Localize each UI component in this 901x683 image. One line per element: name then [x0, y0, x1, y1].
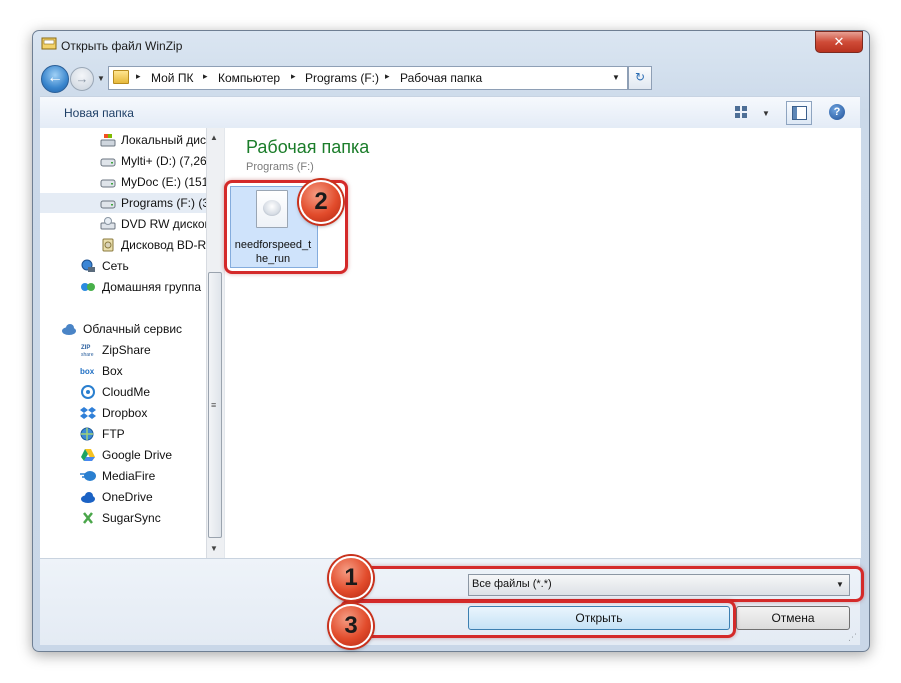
highlight-file-type — [340, 566, 864, 602]
cloud-icon — [61, 322, 77, 336]
breadcrumb-separator[interactable]: ▸ — [136, 71, 141, 82]
sidebar-item-label: OneDrive — [102, 490, 153, 504]
folder-icon — [113, 70, 129, 84]
step-badge-3: 3 — [329, 604, 373, 648]
sidebar-item-zipshare[interactable]: ZIP share ZipShare — [40, 340, 206, 360]
svg-text:ZIP: ZIP — [81, 345, 90, 351]
recent-pages-chevron-icon[interactable]: ▼ — [97, 74, 105, 83]
drive-icon — [100, 154, 116, 168]
sidebar-item-label: Google Drive — [102, 448, 173, 462]
sidebar-item-drive-d[interactable]: Mylti+ (D:) (7,26 — [40, 151, 206, 171]
sidebar-item-label: Programs (F:) (3 — [121, 196, 206, 210]
drive-icon — [100, 175, 116, 189]
sidebar-item-bd-drive[interactable]: Дисковод BD-R — [40, 235, 206, 255]
sidebar-item-label: CloudMe — [102, 385, 151, 399]
homegroup-icon — [80, 280, 96, 294]
folder-subtitle: Programs (F:) — [246, 161, 314, 173]
step-badge-1: 1 — [329, 556, 373, 600]
sugarsync-icon — [80, 511, 96, 525]
drive-icon — [100, 196, 116, 210]
sidebar-item-cloud-services[interactable]: Облачный сервис — [40, 319, 206, 339]
box-icon: box — [80, 364, 96, 378]
breadcrumb-separator[interactable]: ▸ — [385, 71, 390, 82]
dvd-icon — [100, 217, 116, 231]
svg-text:box: box — [80, 367, 95, 376]
sidebar-item-cloudme[interactable]: CloudMe — [40, 382, 206, 402]
sidebar-item-label: Box — [102, 364, 123, 378]
scroll-up-arrow-icon[interactable]: ▲ — [210, 133, 218, 142]
help-icon[interactable]: ? — [829, 104, 845, 120]
sidebar-item-network[interactable]: Сеть — [40, 256, 206, 276]
sidebar-item-ftp[interactable]: FTP — [40, 424, 206, 444]
cloudme-icon — [80, 385, 96, 399]
sidebar-item-box[interactable]: box Box — [40, 361, 206, 381]
sidebar-item-label: Дисковод BD-R — [121, 238, 206, 252]
sidebar-item-label: Сеть — [102, 259, 129, 273]
zipshare-icon: ZIP share — [80, 343, 96, 358]
sidebar-item-label: MediaFire — [102, 469, 156, 483]
sidebar-item-label: Mylti+ (D:) (7,26 — [121, 154, 206, 168]
sidebar-item-label: SugarSync — [102, 511, 161, 525]
sidebar-item-local-disk[interactable]: Локальный дис — [40, 130, 206, 150]
local-disk-icon — [100, 133, 116, 147]
highlight-open-button — [340, 600, 736, 638]
sidebar-item-label: Dropbox — [102, 406, 148, 420]
window-title: Открыть файл WinZip — [61, 39, 183, 53]
sidebar-item-homegroup[interactable]: Домашняя группа — [40, 277, 206, 297]
breadcrumb-computer[interactable]: Компьютер — [218, 71, 280, 85]
step-badge-2: 2 — [299, 180, 343, 224]
svg-text:share: share — [81, 352, 94, 357]
sidebar-item-label: DVD RW дисков — [121, 217, 206, 231]
winzip-title-icon — [41, 37, 57, 51]
ftp-icon — [80, 427, 96, 441]
cancel-button[interactable]: Отмена — [736, 606, 850, 630]
mediafire-icon — [80, 469, 96, 483]
breadcrumb-separator[interactable]: ▸ — [203, 71, 208, 82]
address-dropdown-icon[interactable]: ▼ — [612, 73, 620, 82]
sidebar-item-drive-f[interactable]: Programs (F:) (3 — [40, 193, 206, 213]
dropbox-icon — [80, 406, 96, 420]
preview-pane-icon — [792, 106, 807, 120]
sidebar-item-dropbox[interactable]: Dropbox — [40, 403, 206, 423]
sidebar-item-dvd-rw[interactable]: DVD RW дисков — [40, 214, 206, 234]
scroll-down-arrow-icon[interactable]: ▼ — [210, 544, 218, 553]
folder-title: Рабочая папка — [246, 137, 370, 157]
sidebar-item-google-drive[interactable]: Google Drive — [40, 445, 206, 465]
view-options-icon[interactable] — [735, 106, 747, 118]
close-button[interactable]: ✕ — [815, 31, 863, 53]
breadcrumb-my-pc[interactable]: Мой ПК — [151, 71, 193, 85]
sidebar-item-label: ZipShare — [102, 343, 151, 357]
sidebar-item-drive-e[interactable]: MyDoc (E:) (151 — [40, 172, 206, 192]
sidebar-item-label: MyDoc (E:) (151 — [121, 175, 206, 189]
breadcrumb-programs[interactable]: Programs (F:) — [305, 71, 379, 85]
google-drive-icon — [80, 448, 96, 462]
sidebar-item-mediafire[interactable]: MediaFire — [40, 466, 206, 486]
new-folder-button[interactable]: Новая папка — [64, 106, 134, 120]
resize-grip-icon[interactable]: ⋰ — [848, 632, 857, 643]
scrollbar-grip-icon: ≡ — [211, 400, 216, 410]
navigation-pane: Локальный дис Mylti+ (D:) (7,26 MyDoc (E… — [40, 128, 206, 558]
network-icon — [80, 259, 96, 273]
view-dropdown-icon[interactable]: ▼ — [762, 109, 770, 118]
breadcrumb-separator[interactable]: ▸ — [291, 71, 296, 82]
sidebar-item-onedrive[interactable]: OneDrive — [40, 487, 206, 507]
sidebar-item-label: Облачный сервис — [83, 322, 183, 336]
breadcrumb-work-folder[interactable]: Рабочая папка — [400, 71, 482, 85]
onedrive-icon — [80, 490, 96, 504]
refresh-button[interactable]: ↻ — [628, 66, 652, 90]
sidebar-item-label: Домашняя группа — [102, 280, 202, 294]
forward-button[interactable]: → — [70, 67, 94, 91]
sidebar-item-label: FTP — [102, 427, 125, 441]
preview-pane-button[interactable] — [786, 101, 812, 125]
back-button[interactable]: ← — [41, 65, 69, 93]
sidebar-item-label: Локальный дис — [121, 133, 206, 147]
bd-drive-icon — [100, 238, 116, 252]
sidebar-item-sugarsync[interactable]: SugarSync — [40, 508, 206, 528]
